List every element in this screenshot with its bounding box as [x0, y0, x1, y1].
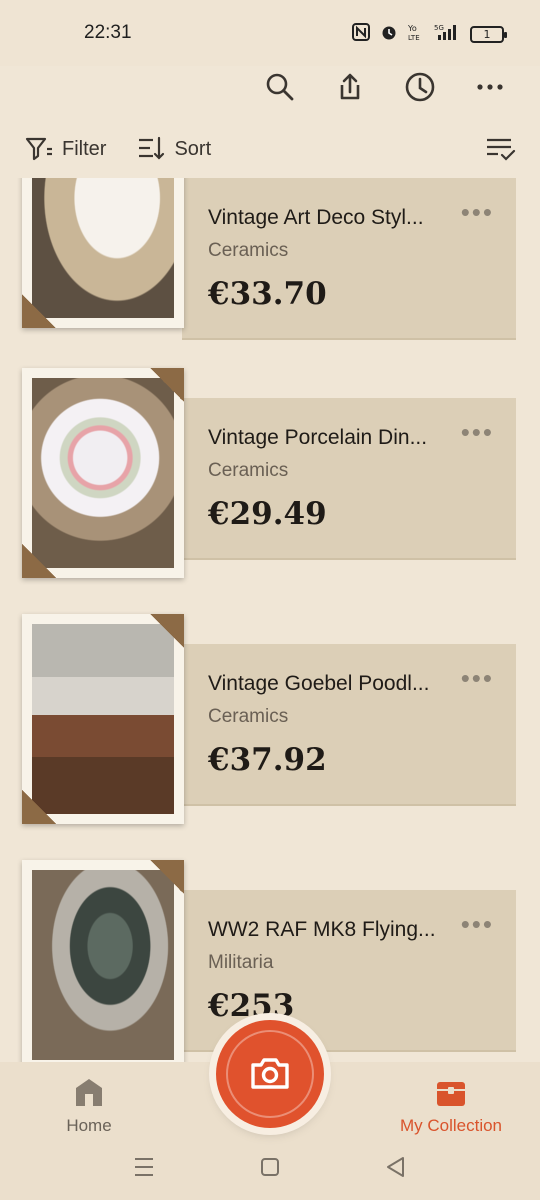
- item-category: Ceramics: [208, 460, 289, 481]
- list-item[interactable]: Vintage Art Deco Styl... Ceramics €33.70…: [0, 178, 540, 368]
- treasure-chest-icon: [437, 1082, 465, 1106]
- item-photo-image: [32, 624, 174, 814]
- 5g-signal-icon: 5G: [434, 23, 460, 45]
- photo-corner: [22, 544, 56, 578]
- item-photo[interactable]: [22, 368, 184, 578]
- more-icon[interactable]: [470, 67, 510, 107]
- status-icons: Yo LTE 5G 1: [352, 22, 507, 46]
- sort-icon: [139, 136, 165, 160]
- nav-home[interactable]: Home: [14, 1072, 164, 1136]
- svg-text:5G: 5G: [434, 24, 444, 32]
- nav-collection-label: My Collection: [399, 1116, 503, 1135]
- system-nav-bar: [0, 1150, 540, 1188]
- home-square-icon[interactable]: [257, 1154, 283, 1185]
- item-title: Vintage Goebel Poodl...: [208, 672, 430, 695]
- toolbar: Filter Sort: [0, 126, 540, 172]
- photo-corner: [150, 614, 184, 648]
- item-card[interactable]: Vintage Porcelain Din... Ceramics €29.49…: [182, 398, 516, 560]
- item-photo[interactable]: [22, 614, 184, 824]
- item-card[interactable]: WW2 RAF MK8 Flying... Militaria €253 •••: [182, 890, 516, 1052]
- item-title: WW2 RAF MK8 Flying...: [208, 918, 436, 941]
- camera-button-ring: [226, 1030, 314, 1118]
- item-photo[interactable]: [22, 178, 184, 328]
- filter-icon: [25, 137, 52, 161]
- sort-button[interactable]: Sort: [136, 134, 211, 164]
- photo-corner: [150, 860, 184, 894]
- status-bar: 22:31 Yo LTE 5G 1: [0, 0, 540, 66]
- item-more-icon[interactable]: •••: [461, 419, 494, 445]
- list-item[interactable]: Vintage Goebel Poodl... Ceramics €37.92 …: [0, 614, 540, 834]
- item-photo-image: [32, 870, 174, 1060]
- svg-text:LTE: LTE: [408, 34, 420, 41]
- item-price: €37.92: [208, 742, 327, 778]
- alarm-icon: [380, 23, 398, 45]
- photo-corner: [22, 790, 56, 824]
- collection-list: Vintage Art Deco Styl... Ceramics €33.70…: [0, 178, 540, 1062]
- item-more-icon[interactable]: •••: [461, 199, 494, 225]
- photo-corner: [150, 368, 184, 402]
- item-category: Ceramics: [208, 706, 289, 727]
- checklist-icon[interactable]: [484, 132, 516, 169]
- photo-corner: [22, 294, 56, 328]
- item-more-icon[interactable]: •••: [461, 665, 494, 691]
- recent-apps-icon[interactable]: [131, 1154, 157, 1185]
- share-icon[interactable]: [330, 67, 370, 107]
- nav-my-collection[interactable]: My Collection: [376, 1072, 526, 1136]
- camera-button[interactable]: [216, 1020, 324, 1128]
- history-icon[interactable]: [400, 67, 440, 107]
- item-price: €33.70: [208, 276, 327, 312]
- back-icon[interactable]: [383, 1154, 409, 1185]
- item-title: Vintage Porcelain Din...: [208, 426, 428, 449]
- nfc-icon: [352, 23, 370, 45]
- item-price: €253: [208, 988, 295, 1024]
- top-actions: [260, 64, 510, 110]
- item-card[interactable]: Vintage Art Deco Styl... Ceramics €33.70…: [182, 178, 516, 340]
- item-photo[interactable]: [22, 860, 184, 1062]
- item-category: Ceramics: [208, 240, 289, 261]
- battery-icon: 1: [470, 25, 507, 43]
- nav-home-label: Home: [66, 1116, 112, 1135]
- list-item[interactable]: Vintage Porcelain Din... Ceramics €29.49…: [0, 368, 540, 588]
- filter-button[interactable]: Filter: [24, 134, 106, 164]
- item-photo-image: [32, 378, 174, 568]
- item-title: Vintage Art Deco Styl...: [208, 206, 424, 229]
- status-time: 22:31: [84, 22, 132, 43]
- filter-label: Filter: [62, 137, 107, 160]
- item-card[interactable]: Vintage Goebel Poodl... Ceramics €37.92 …: [182, 644, 516, 806]
- sort-label: Sort: [174, 137, 212, 160]
- item-more-icon[interactable]: •••: [461, 911, 494, 937]
- volte-icon: Yo LTE: [407, 23, 424, 45]
- item-price: €29.49: [208, 496, 327, 532]
- search-icon[interactable]: [260, 67, 300, 107]
- home-icon: [76, 1079, 102, 1106]
- item-category: Militaria: [208, 952, 274, 973]
- svg-text:Yo: Yo: [408, 24, 417, 33]
